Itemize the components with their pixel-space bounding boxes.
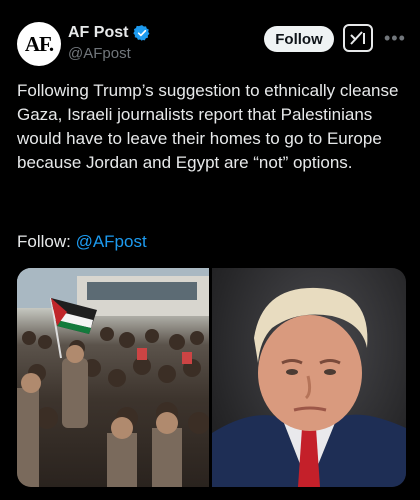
grok-button[interactable] <box>343 24 373 52</box>
author-name[interactable]: AF Post <box>68 24 128 42</box>
author-handle[interactable]: @AFpost <box>68 45 131 62</box>
post-media[interactable] <box>17 268 406 487</box>
follow-line: Follow: @AFpost <box>17 232 147 252</box>
crowd-illustration <box>17 268 209 487</box>
follow-button[interactable]: Follow <box>264 26 334 52</box>
follow-prefix: Follow: <box>17 232 76 251</box>
follow-handle-link[interactable]: @AFpost <box>76 232 147 251</box>
more-options-button[interactable]: ••• <box>384 28 406 49</box>
portrait-photo[interactable] <box>212 268 406 487</box>
more-icon: ••• <box>384 28 406 48</box>
avatar-text: AF. <box>24 31 54 56</box>
post-text: Following Trump’s suggestion to ethnical… <box>17 81 399 172</box>
grok-icon <box>350 31 365 45</box>
crowd-photo[interactable] <box>17 268 209 487</box>
author-avatar[interactable]: AF. <box>17 22 61 66</box>
portrait-illustration <box>212 287 406 487</box>
verified-badge-icon <box>133 25 150 41</box>
author-name-row: AF Post <box>68 24 151 42</box>
